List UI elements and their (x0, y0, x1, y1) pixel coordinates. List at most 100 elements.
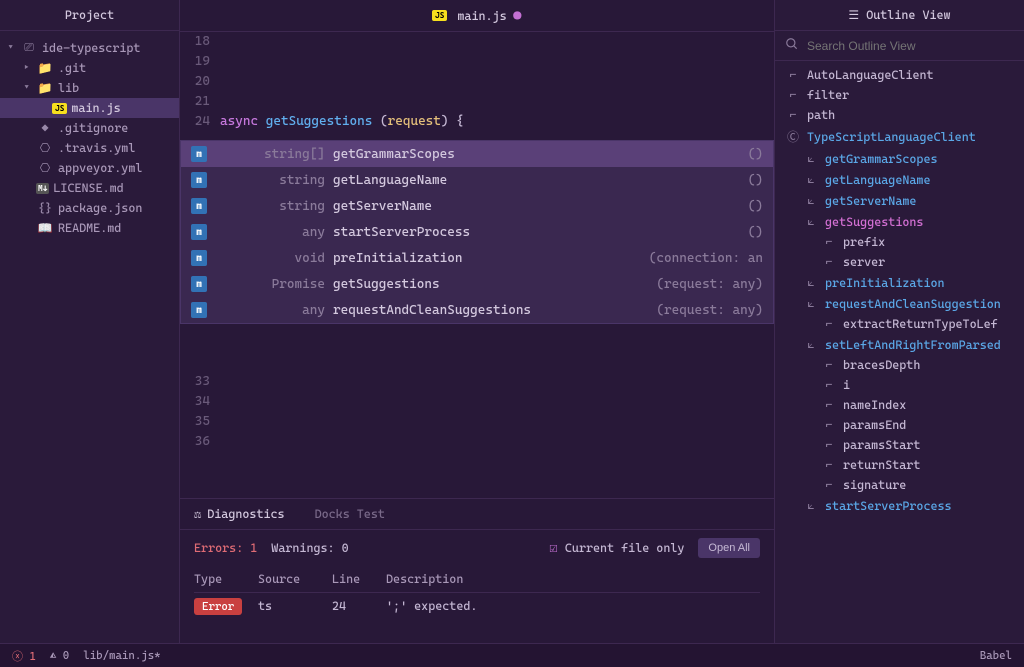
outline-search (775, 31, 1024, 61)
var-icon: ⌐ (821, 458, 837, 472)
outline-item-signature[interactable]: ⌐ signature (775, 475, 1024, 495)
status-errors[interactable]: ⓧ 1 (12, 648, 36, 664)
tab-diagnostics[interactable]: ⚖ Diagnostics (194, 507, 285, 521)
project-title: Project (0, 0, 179, 31)
tab-docks-test[interactable]: Docks Test (315, 507, 385, 521)
autocomplete-item[interactable]: m any requestAndCleanSuggestions (reques… (181, 297, 773, 323)
tree-item-label: .travis.yml (58, 141, 135, 155)
code-editor[interactable]: 181920212433343536 async getSuggestions … (180, 32, 774, 498)
status-mode[interactable]: Babel (980, 649, 1012, 662)
fn-icon: ⟀ (803, 275, 819, 290)
outline-item-extractReturnTypeToLef[interactable]: ⌐ extractReturnTypeToLef (775, 314, 1024, 334)
scales-icon: ⚖ (194, 507, 201, 521)
json-icon: {} (36, 201, 54, 215)
warnings-label: Warnings: 0 (271, 541, 348, 555)
tree-item-README-md[interactable]: 📖README.md (0, 218, 179, 238)
tree-item-package-json[interactable]: {} package.json (0, 198, 179, 218)
outline-item-getGrammarScopes[interactable]: ⟀ getGrammarScopes (775, 148, 1024, 169)
tree-root[interactable]: ▾ ⎚ ide-typescript (0, 37, 179, 58)
modified-indicator-icon: ● (513, 8, 522, 24)
open-all-button[interactable]: Open All (698, 538, 760, 558)
method-icon: m (191, 146, 207, 162)
method-icon: m (191, 172, 207, 188)
repo-icon: ⎚ (20, 40, 38, 55)
outline-item-bracesDepth[interactable]: ⌐ bracesDepth (775, 355, 1024, 375)
outline-item-setLeftAndRightFromParsed[interactable]: ⟀ setLeftAndRightFromParsed (775, 334, 1024, 355)
file-tab[interactable]: JS main.js ● (420, 0, 534, 31)
autocomplete-item[interactable]: m string getLanguageName () (181, 167, 773, 193)
tree-item-label: appveyor.yml (58, 161, 142, 175)
diagnostic-row[interactable]: Error ts 24 ';' expected. (194, 593, 760, 619)
var-icon: ⌐ (821, 255, 837, 269)
tree-item-appveyor-yml[interactable]: ⎔ appveyor.yml (0, 158, 179, 178)
autocomplete-item[interactable]: m string getServerName () (181, 193, 773, 219)
tree-item-LICENSE-md[interactable]: M↓LICENSE.md (0, 178, 179, 198)
status-bar: ⓧ 1 ◭ 0 lib/main.js* Babel (0, 643, 1024, 667)
autocomplete-item[interactable]: m any startServerProcess () (181, 219, 773, 245)
outline-item-prefix[interactable]: ⌐ prefix (775, 232, 1024, 252)
outline-item-getServerName[interactable]: ⟀ getServerName (775, 190, 1024, 211)
tree-item-lib[interactable]: ▾📁lib (0, 78, 179, 98)
outline-item-paramsEnd[interactable]: ⌐ paramsEnd (775, 415, 1024, 435)
outline-item-AutoLanguageClient[interactable]: ⌐ AutoLanguageClient (775, 65, 1024, 85)
outline-panel: Outline View ⌐ AutoLanguageClient⌐ filte… (774, 0, 1024, 643)
tree-item--git[interactable]: ▸📁 .git (0, 58, 179, 78)
tree-item-label: .git (58, 61, 86, 75)
var-icon: ⌐ (821, 317, 837, 331)
method-icon: m (191, 224, 207, 240)
tree-item-main-js[interactable]: JSmain.js (0, 98, 179, 118)
tree-item-label: README.md (58, 221, 121, 235)
tree-label: ide-typescript (42, 41, 140, 55)
outline-title: Outline View (775, 0, 1024, 31)
autocomplete-item[interactable]: m void preInitialization (connection: an (181, 245, 773, 271)
autocomplete-item[interactable]: m Promise getSuggestions (request: any) (181, 271, 773, 297)
tree-item-label: package.json (58, 201, 142, 215)
outline-item-returnStart[interactable]: ⌐ returnStart (775, 455, 1024, 475)
autocomplete-item[interactable]: m string[] getGrammarScopes () (181, 141, 773, 167)
var-icon: ⌐ (821, 438, 837, 452)
class-icon: Ⓒ (785, 128, 801, 145)
outline-item-path[interactable]: ⌐ path (775, 105, 1024, 125)
status-warnings[interactable]: ◭ 0 (50, 649, 69, 662)
tab-title: main.js (457, 9, 506, 23)
outline-list: ⌐ AutoLanguageClient⌐ filter⌐ pathⒸ Type… (775, 61, 1024, 643)
status-file[interactable]: lib/main.js* (83, 649, 160, 662)
outline-item-requestAndCleanSuggestion[interactable]: ⟀ requestAndCleanSuggestion (775, 293, 1024, 314)
tree-item-label: .gitignore (58, 121, 128, 135)
folder-icon: 📁 (36, 81, 54, 95)
yml-icon: ⎔ (36, 161, 54, 175)
folder-icon: 📁 (36, 61, 54, 75)
fn-icon: ⟀ (803, 498, 819, 513)
outline-item-paramsStart[interactable]: ⌐ paramsStart (775, 435, 1024, 455)
tree-item-label: main.js (71, 101, 120, 115)
outline-item-filter[interactable]: ⌐ filter (775, 85, 1024, 105)
fn-icon: ⟀ (803, 296, 819, 311)
fn-icon: ⟀ (803, 214, 819, 229)
method-icon: m (191, 198, 207, 214)
current-file-checkbox[interactable]: ☑ Current file only (549, 540, 684, 556)
outline-item-getLanguageName[interactable]: ⟀ getLanguageName (775, 169, 1024, 190)
var-icon: ⌐ (785, 68, 801, 82)
outline-item-startServerProcess[interactable]: ⟀ startServerProcess (775, 495, 1024, 516)
tab-bar: JS main.js ● (180, 0, 774, 32)
tree-item-label: lib (58, 81, 79, 95)
outline-item-server[interactable]: ⌐ server (775, 252, 1024, 272)
outline-item-nameIndex[interactable]: ⌐ nameIndex (775, 395, 1024, 415)
tree-item--gitignore[interactable]: ◆.gitignore (0, 118, 179, 138)
outline-item-getSuggestions[interactable]: ⟀ getSuggestions (775, 211, 1024, 232)
errors-label: Errors: 1 (194, 541, 257, 555)
project-sidebar: Project ▾ ⎚ ide-typescript ▸📁 .git ▾ 📁 lib JS… (0, 0, 180, 643)
method-icon: m (191, 276, 207, 292)
check-icon: ☑ (549, 540, 557, 556)
autocomplete-popup: m string[] getGrammarScopes ()m string g… (180, 140, 774, 324)
error-badge: Error (194, 598, 242, 615)
var-icon: ⌐ (821, 378, 837, 392)
tree-item--travis-yml[interactable]: ⎔.travis.yml (0, 138, 179, 158)
var-icon: ⌐ (785, 88, 801, 102)
outline-item-preInitialization[interactable]: ⟀ preInitialization (775, 272, 1024, 293)
caret-icon: ▸ (24, 63, 36, 73)
caret-down-icon: ▾ (8, 43, 20, 53)
outline-item-i[interactable]: ⌐ i (775, 375, 1024, 395)
outline-item-TypeScriptLanguageClient[interactable]: Ⓒ TypeScriptLanguageClient (775, 125, 1024, 148)
outline-search-input[interactable] (807, 39, 1014, 53)
